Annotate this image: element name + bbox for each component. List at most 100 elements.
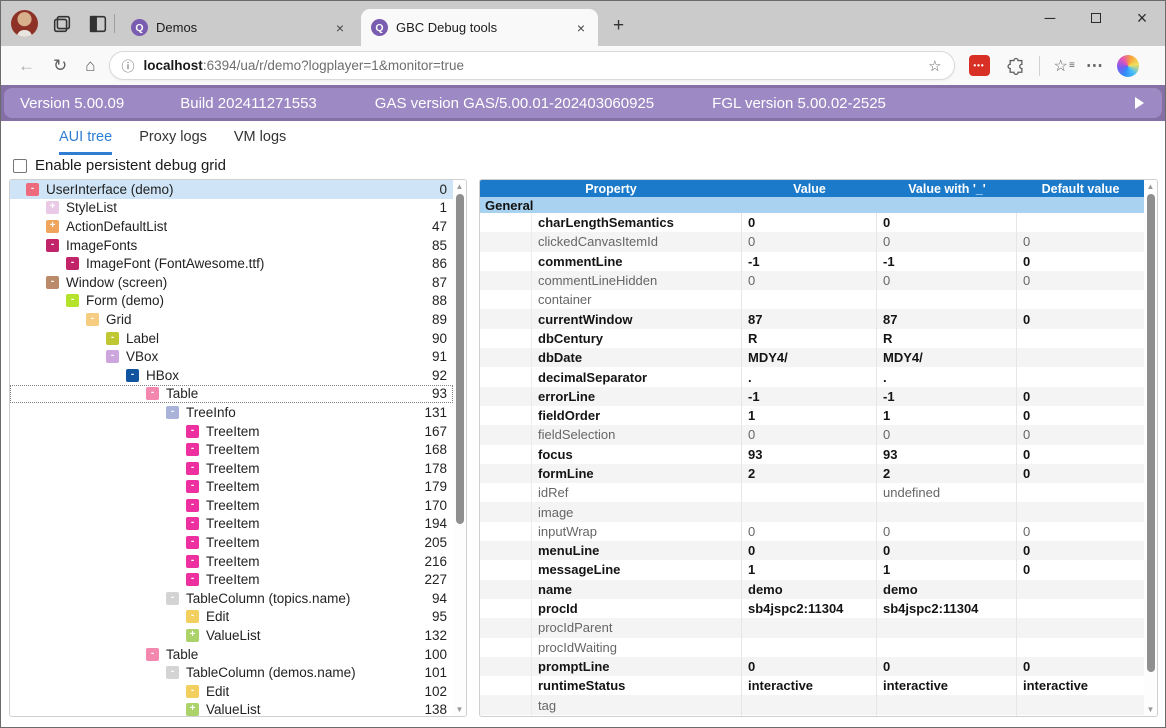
tab-close-icon[interactable]: ×	[574, 20, 588, 36]
tree-expand-icon[interactable]: +	[46, 201, 59, 214]
new-tab-button[interactable]: +	[613, 16, 624, 36]
tree-collapse-icon[interactable]: -	[26, 183, 39, 196]
tree-item[interactable]: -TableColumn (demos.name)101	[10, 663, 453, 682]
property-scrollbar[interactable]: ▲ ▼	[1144, 180, 1157, 716]
extensions-puzzle-icon[interactable]	[1006, 56, 1026, 76]
tree-collapse-icon[interactable]: -	[66, 257, 79, 270]
tree-collapse-icon[interactable]: -	[166, 406, 179, 419]
tree-collapse-icon[interactable]: -	[186, 443, 199, 456]
tree-collapse-icon[interactable]: -	[186, 610, 199, 623]
tree-collapse-icon[interactable]: -	[106, 350, 119, 363]
tree-collapse-icon[interactable]: -	[146, 387, 159, 400]
tree-item[interactable]: -TreeItem167	[10, 422, 453, 441]
tree-collapse-icon[interactable]: -	[186, 517, 199, 530]
tree-item[interactable]: -ImageFonts85	[10, 236, 453, 255]
browser-tab-gbc-debug-tools[interactable]: Q GBC Debug tools ×	[361, 9, 598, 46]
tab-actions-icon[interactable]	[87, 13, 109, 35]
tree-item[interactable]: -TreeItem179	[10, 478, 453, 497]
tab-close-icon[interactable]: ×	[333, 20, 347, 36]
copilot-icon[interactable]	[1117, 55, 1139, 77]
browser-tab-demos[interactable]: Q Demos ×	[121, 9, 357, 46]
tree-item[interactable]: +StyleList1	[10, 199, 453, 218]
tree-item-id: 91	[432, 349, 447, 364]
property-row: errorLine-1-10	[480, 387, 1144, 406]
tree-collapse-icon[interactable]: -	[186, 573, 199, 586]
tree-collapse-icon[interactable]: -	[166, 592, 179, 605]
workspaces-icon[interactable]	[51, 13, 73, 35]
property-default-value: 0	[1017, 657, 1144, 676]
tree-collapse-icon[interactable]: -	[186, 499, 199, 512]
tree-item[interactable]: -TableColumn (topics.name)94	[10, 589, 453, 608]
profile-avatar[interactable]	[11, 10, 38, 37]
home-icon[interactable]: ⌂	[76, 56, 104, 76]
tab-proxy-logs[interactable]: Proxy logs	[139, 129, 207, 155]
tree-collapse-icon[interactable]: -	[46, 239, 59, 252]
tree-expand-icon[interactable]: +	[186, 629, 199, 642]
site-info-icon[interactable]: ⓘ	[122, 56, 135, 75]
tree-collapse-icon[interactable]: -	[186, 462, 199, 475]
tree-collapse-icon[interactable]: -	[86, 313, 99, 326]
tree-collapse-icon[interactable]: -	[66, 294, 79, 307]
tree-item[interactable]: -UserInterface (demo)0	[10, 180, 453, 199]
tree-expand-icon[interactable]: +	[186, 703, 199, 716]
tree-collapse-icon[interactable]: -	[146, 648, 159, 661]
back-icon[interactable]: ←	[9, 56, 44, 76]
tree-item[interactable]: +ValueList132	[10, 626, 453, 645]
tree-collapse-icon[interactable]: -	[186, 685, 199, 698]
tree-collapse-icon[interactable]: -	[106, 332, 119, 345]
tree-item[interactable]: -ImageFont (FontAwesome.ttf)86	[10, 254, 453, 273]
tree-scrollbar[interactable]: ▲ ▼	[453, 180, 466, 716]
settings-more-icon[interactable]: ⋯	[1086, 56, 1103, 76]
tree-item[interactable]: -HBox92	[10, 366, 453, 385]
tree-item[interactable]: -TreeItem216	[10, 552, 453, 571]
tree-item[interactable]: -Label90	[10, 329, 453, 348]
tree-item[interactable]: -TreeItem205	[10, 533, 453, 552]
close-button[interactable]: ×	[1119, 1, 1165, 35]
property-default-value: 0	[1017, 232, 1144, 251]
tree-item[interactable]: -VBox91	[10, 347, 453, 366]
adblock-extension-icon[interactable]: •••	[969, 55, 990, 76]
tree-collapse-icon[interactable]: -	[186, 536, 199, 549]
tree-collapse-icon[interactable]: -	[186, 480, 199, 493]
maximize-button[interactable]	[1073, 1, 1119, 35]
scroll-up-icon[interactable]: ▲	[1144, 182, 1157, 191]
property-value-with-underscore: .	[877, 367, 1017, 386]
bookmark-star-icon[interactable]: ☆	[928, 57, 941, 75]
scroll-down-icon[interactable]: ▼	[1144, 705, 1157, 714]
refresh-icon[interactable]: ↻	[44, 56, 76, 76]
favorites-bar-icon[interactable]: ☆≡	[1054, 56, 1068, 76]
property-scrollbar-thumb[interactable]	[1147, 194, 1155, 672]
minimize-button[interactable]: ─	[1027, 1, 1073, 35]
tree-item[interactable]: +ActionDefaultList47	[10, 217, 453, 236]
address-bar[interactable]: ⓘ localhost:6394/ua/r/demo?logplayer=1&m…	[109, 51, 955, 80]
tree-item[interactable]: -TreeItem168	[10, 440, 453, 459]
tree-scrollbar-thumb[interactable]	[456, 194, 464, 524]
tree-collapse-icon[interactable]: -	[186, 425, 199, 438]
tree-item[interactable]: -Table93	[10, 385, 453, 404]
tree-item[interactable]: -Grid89	[10, 310, 453, 329]
tree-collapse-icon[interactable]: -	[166, 666, 179, 679]
tree-collapse-icon[interactable]: -	[46, 276, 59, 289]
tree-item[interactable]: -Table100	[10, 645, 453, 664]
tab-vm-logs[interactable]: VM logs	[234, 129, 286, 155]
scroll-up-icon[interactable]: ▲	[453, 182, 466, 191]
tree-item[interactable]: +ValueList138	[10, 701, 453, 716]
tab-aui-tree[interactable]: AUI tree	[59, 129, 112, 155]
tree-item[interactable]: -TreeItem194	[10, 515, 453, 534]
property-table-body: charLengthSemantics00clickedCanvasItemId…	[480, 213, 1144, 716]
tree-item[interactable]: -Window (screen)87	[10, 273, 453, 292]
scroll-down-icon[interactable]: ▼	[453, 705, 466, 714]
tree-item-id: 167	[424, 424, 447, 439]
expand-play-icon[interactable]	[1135, 97, 1144, 109]
tree-expand-icon[interactable]: +	[46, 220, 59, 233]
tree-item[interactable]: -Edit102	[10, 682, 453, 701]
tree-collapse-icon[interactable]: -	[186, 555, 199, 568]
tree-item[interactable]: -TreeItem178	[10, 459, 453, 478]
debug-grid-checkbox[interactable]	[13, 159, 27, 173]
tree-item[interactable]: -TreeItem170	[10, 496, 453, 515]
tree-item[interactable]: -TreeItem227	[10, 570, 453, 589]
tree-item[interactable]: -Form (demo)88	[10, 292, 453, 311]
tree-item[interactable]: -Edit95	[10, 608, 453, 627]
tree-collapse-icon[interactable]: -	[126, 369, 139, 382]
tree-item[interactable]: -TreeInfo131	[10, 403, 453, 422]
